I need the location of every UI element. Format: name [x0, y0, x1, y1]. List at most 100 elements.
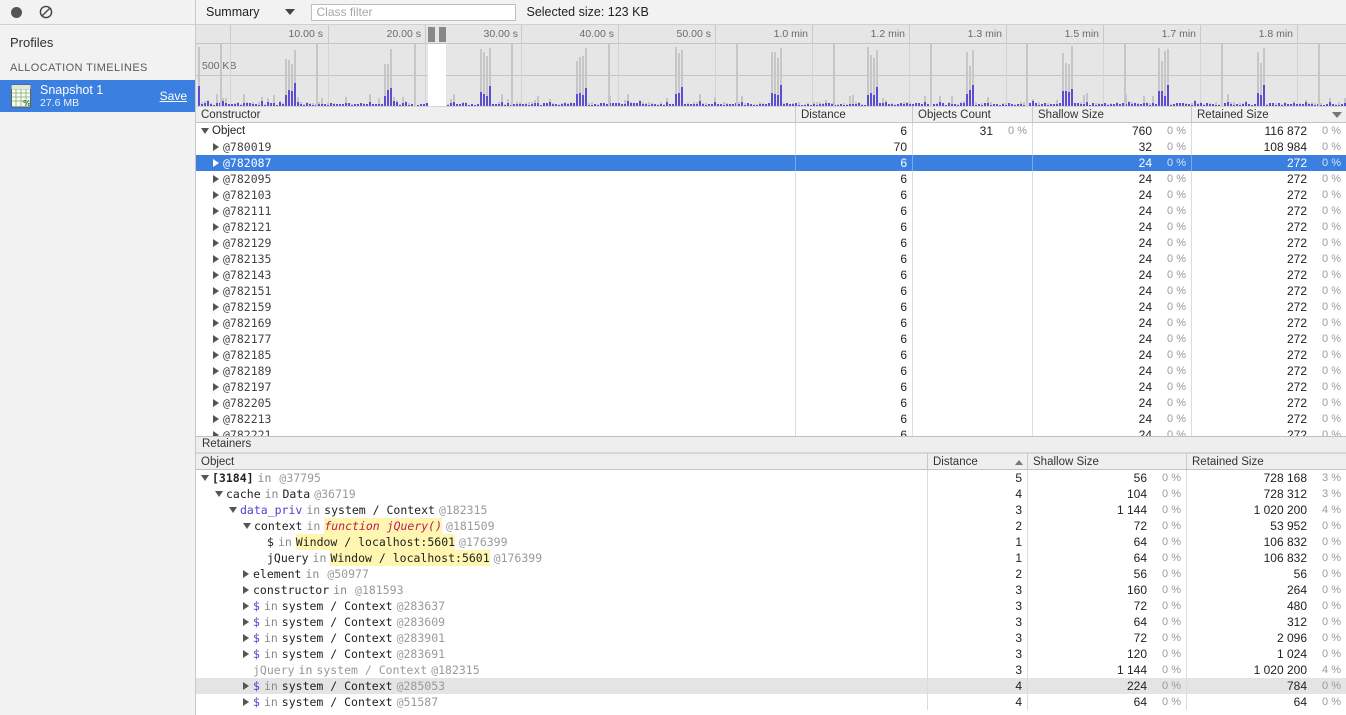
- table-row[interactable]: @780019 70 32 0 % 108 984 0 %: [196, 139, 1346, 155]
- table-row[interactable]: @782111 6 24 0 % 272 0 %: [196, 203, 1346, 219]
- table-row[interactable]: @782213 6 24 0 % 272 0 %: [196, 411, 1346, 427]
- table-row[interactable]: @782151 6 24 0 % 272 0 %: [196, 283, 1346, 299]
- twisty-expanded-icon[interactable]: [201, 475, 209, 481]
- retained-size-cell-value: 728 312: [1263, 487, 1307, 501]
- constructor-header-shallow_size[interactable]: Shallow Size: [1033, 107, 1192, 122]
- twisty-collapsed-icon[interactable]: [243, 682, 249, 690]
- table-row[interactable]: @782087 6 24 0 % 272 0 %: [196, 155, 1346, 171]
- twisty-collapsed-icon[interactable]: [243, 698, 249, 706]
- table-row[interactable]: $ in Window / localhost:5601 @176399 1 64 0 % 1…: [196, 534, 1346, 550]
- table-row[interactable]: jQuery in Window / localhost:5601 @176399 1 6…: [196, 550, 1346, 566]
- retained-size-cell-percent: 0 %: [1322, 269, 1341, 281]
- retainers-header-distance[interactable]: Distance: [928, 454, 1028, 469]
- retainer-property-name: $: [253, 599, 260, 613]
- constructor-header-distance[interactable]: Distance: [796, 107, 913, 122]
- table-row[interactable]: @782129 6 24 0 % 272 0 %: [196, 235, 1346, 251]
- twisty-collapsed-icon[interactable]: [213, 159, 219, 167]
- table-row[interactable]: @782197 6 24 0 % 272 0 %: [196, 379, 1346, 395]
- table-row[interactable]: $ in system / Context @283609 3 64 0 % 312 0 %: [196, 614, 1346, 630]
- record-circle-icon[interactable]: [8, 4, 24, 20]
- twisty-collapsed-icon[interactable]: [213, 431, 219, 436]
- table-row[interactable]: $ in system / Context @283691 3 120 0 % 1 024 0 …: [196, 646, 1346, 662]
- table-row[interactable]: Object 6 31 0 % 760 0 % 116 872 0 %: [196, 123, 1346, 139]
- timeline-ruler[interactable]: 10.00 s 20.00 s 30.00 s 40.00 s 50.00 s 1.0 m…: [196, 25, 1346, 44]
- table-row[interactable]: $ in system / Context @283901 3 72 0 % 2 096 0 %: [196, 630, 1346, 646]
- table-row[interactable]: @782189 6 24 0 % 272 0 %: [196, 363, 1346, 379]
- twisty-collapsed-icon[interactable]: [243, 650, 249, 658]
- twisty-collapsed-icon[interactable]: [213, 335, 219, 343]
- table-row[interactable]: @782185 6 24 0 % 272 0 %: [196, 347, 1346, 363]
- table-row[interactable]: @782103 6 24 0 % 272 0 %: [196, 187, 1346, 203]
- twisty-collapsed-icon[interactable]: [213, 191, 219, 199]
- allocation-timeline[interactable]: 10.00 s 20.00 s 30.00 s 40.00 s 50.00 s 1.0 m…: [196, 25, 1346, 106]
- table-row[interactable]: @782169 6 24 0 % 272 0 %: [196, 315, 1346, 331]
- constructor-header-retained_size[interactable]: Retained Size: [1192, 107, 1346, 122]
- twisty-collapsed-icon[interactable]: [213, 383, 219, 391]
- twisty-collapsed-icon[interactable]: [243, 586, 249, 594]
- table-row[interactable]: @782121 6 24 0 % 272 0 %: [196, 219, 1346, 235]
- timeline-chart[interactable]: 500 KB: [196, 44, 1346, 106]
- selection-handle-right[interactable]: [439, 27, 446, 42]
- objects-count-cell: [913, 235, 1033, 251]
- twisty-collapsed-icon[interactable]: [213, 143, 219, 151]
- twisty-collapsed-icon[interactable]: [243, 602, 249, 610]
- clear-prohibited-icon[interactable]: [38, 4, 54, 20]
- table-row[interactable]: cache in Data @36719 4 104 0 % 728 312 3 %: [196, 486, 1346, 502]
- table-row[interactable]: constructor in @181593 3 160 0 % 264 0 %: [196, 582, 1346, 598]
- view-mode-dropdown[interactable]: Summary: [206, 5, 303, 19]
- table-row[interactable]: @782205 6 24 0 % 272 0 %: [196, 395, 1346, 411]
- constructor-header-objects_count[interactable]: Objects Count: [913, 107, 1033, 122]
- retained-size-cell-value: 480: [1286, 599, 1307, 613]
- retainers-header-object[interactable]: Object: [196, 454, 928, 469]
- table-row[interactable]: @782159 6 24 0 % 272 0 %: [196, 299, 1346, 315]
- table-row[interactable]: @782143 6 24 0 % 272 0 %: [196, 267, 1346, 283]
- table-row[interactable]: jQuery in system / Context @182315 3 1 144 0 %…: [196, 662, 1346, 678]
- twisty-collapsed-icon[interactable]: [213, 207, 219, 215]
- table-row[interactable]: $ in system / Context @283637 3 72 0 % 480 0 %: [196, 598, 1346, 614]
- table-row[interactable]: @782135 6 24 0 % 272 0 %: [196, 251, 1346, 267]
- table-row[interactable]: data_priv in system / Context @182315 3 1 144…: [196, 502, 1346, 518]
- table-row[interactable]: @782177 6 24 0 % 272 0 %: [196, 331, 1346, 347]
- twisty-collapsed-icon[interactable]: [243, 618, 249, 626]
- twisty-collapsed-icon[interactable]: [243, 634, 249, 642]
- twisty-collapsed-icon[interactable]: [213, 367, 219, 375]
- sidebar-item-snapshot-1[interactable]: % Snapshot 1 27.6 MB Save: [0, 80, 195, 112]
- table-row[interactable]: context in function jQuery() @181509 2 72 0 % 5…: [196, 518, 1346, 534]
- selection-handle-left[interactable]: [428, 27, 435, 42]
- table-row[interactable]: element in @50977 2 56 0 % 56 0 %: [196, 566, 1346, 582]
- table-row[interactable]: $ in system / Context @285053 4 224 0 % 784 0 %: [196, 678, 1346, 694]
- twisty-expanded-icon[interactable]: [229, 507, 237, 513]
- save-link[interactable]: Save: [154, 89, 187, 103]
- twisty-collapsed-icon[interactable]: [213, 223, 219, 231]
- constructor-header-constructor[interactable]: Constructor: [196, 107, 796, 122]
- twisty-expanded-icon[interactable]: [201, 128, 209, 134]
- constructor-cell: @782189: [196, 363, 796, 379]
- twisty-collapsed-icon[interactable]: [213, 351, 219, 359]
- twisty-collapsed-icon[interactable]: [213, 319, 219, 327]
- twisty-collapsed-icon[interactable]: [213, 271, 219, 279]
- twisty-collapsed-icon[interactable]: [213, 399, 219, 407]
- table-row[interactable]: @782095 6 24 0 % 272 0 %: [196, 171, 1346, 187]
- table-row[interactable]: [3184] in @37795 5 56 0 % 728 168 3 %: [196, 470, 1346, 486]
- twisty-collapsed-icon[interactable]: [213, 255, 219, 263]
- shallow-size-cell-value: 64: [1133, 615, 1147, 629]
- timeline-bar-allocated: [288, 90, 290, 106]
- twisty-expanded-icon[interactable]: [215, 491, 223, 497]
- twisty-collapsed-icon[interactable]: [213, 175, 219, 183]
- sort-descending-icon: [1332, 112, 1342, 118]
- table-row[interactable]: @782221 6 24 0 % 272 0 %: [196, 427, 1346, 436]
- distance-cell: 3: [928, 614, 1028, 630]
- twisty-collapsed-icon[interactable]: [213, 415, 219, 423]
- distance-cell-value: 3: [1015, 647, 1022, 661]
- objects-count-cell: [913, 379, 1033, 395]
- twisty-collapsed-icon[interactable]: [213, 287, 219, 295]
- retainers-header-shallow_size[interactable]: Shallow Size: [1028, 454, 1187, 469]
- table-row[interactable]: $ in system / Context @51587 4 64 0 % 64 0 %: [196, 694, 1346, 710]
- twisty-collapsed-icon[interactable]: [213, 239, 219, 247]
- retainers-header-retained_size[interactable]: Retained Size: [1187, 454, 1346, 469]
- timeline-selection-window[interactable]: [428, 44, 446, 106]
- class-filter-input[interactable]: [311, 3, 517, 21]
- twisty-collapsed-icon[interactable]: [243, 570, 249, 578]
- twisty-expanded-icon[interactable]: [243, 523, 251, 529]
- twisty-collapsed-icon[interactable]: [213, 303, 219, 311]
